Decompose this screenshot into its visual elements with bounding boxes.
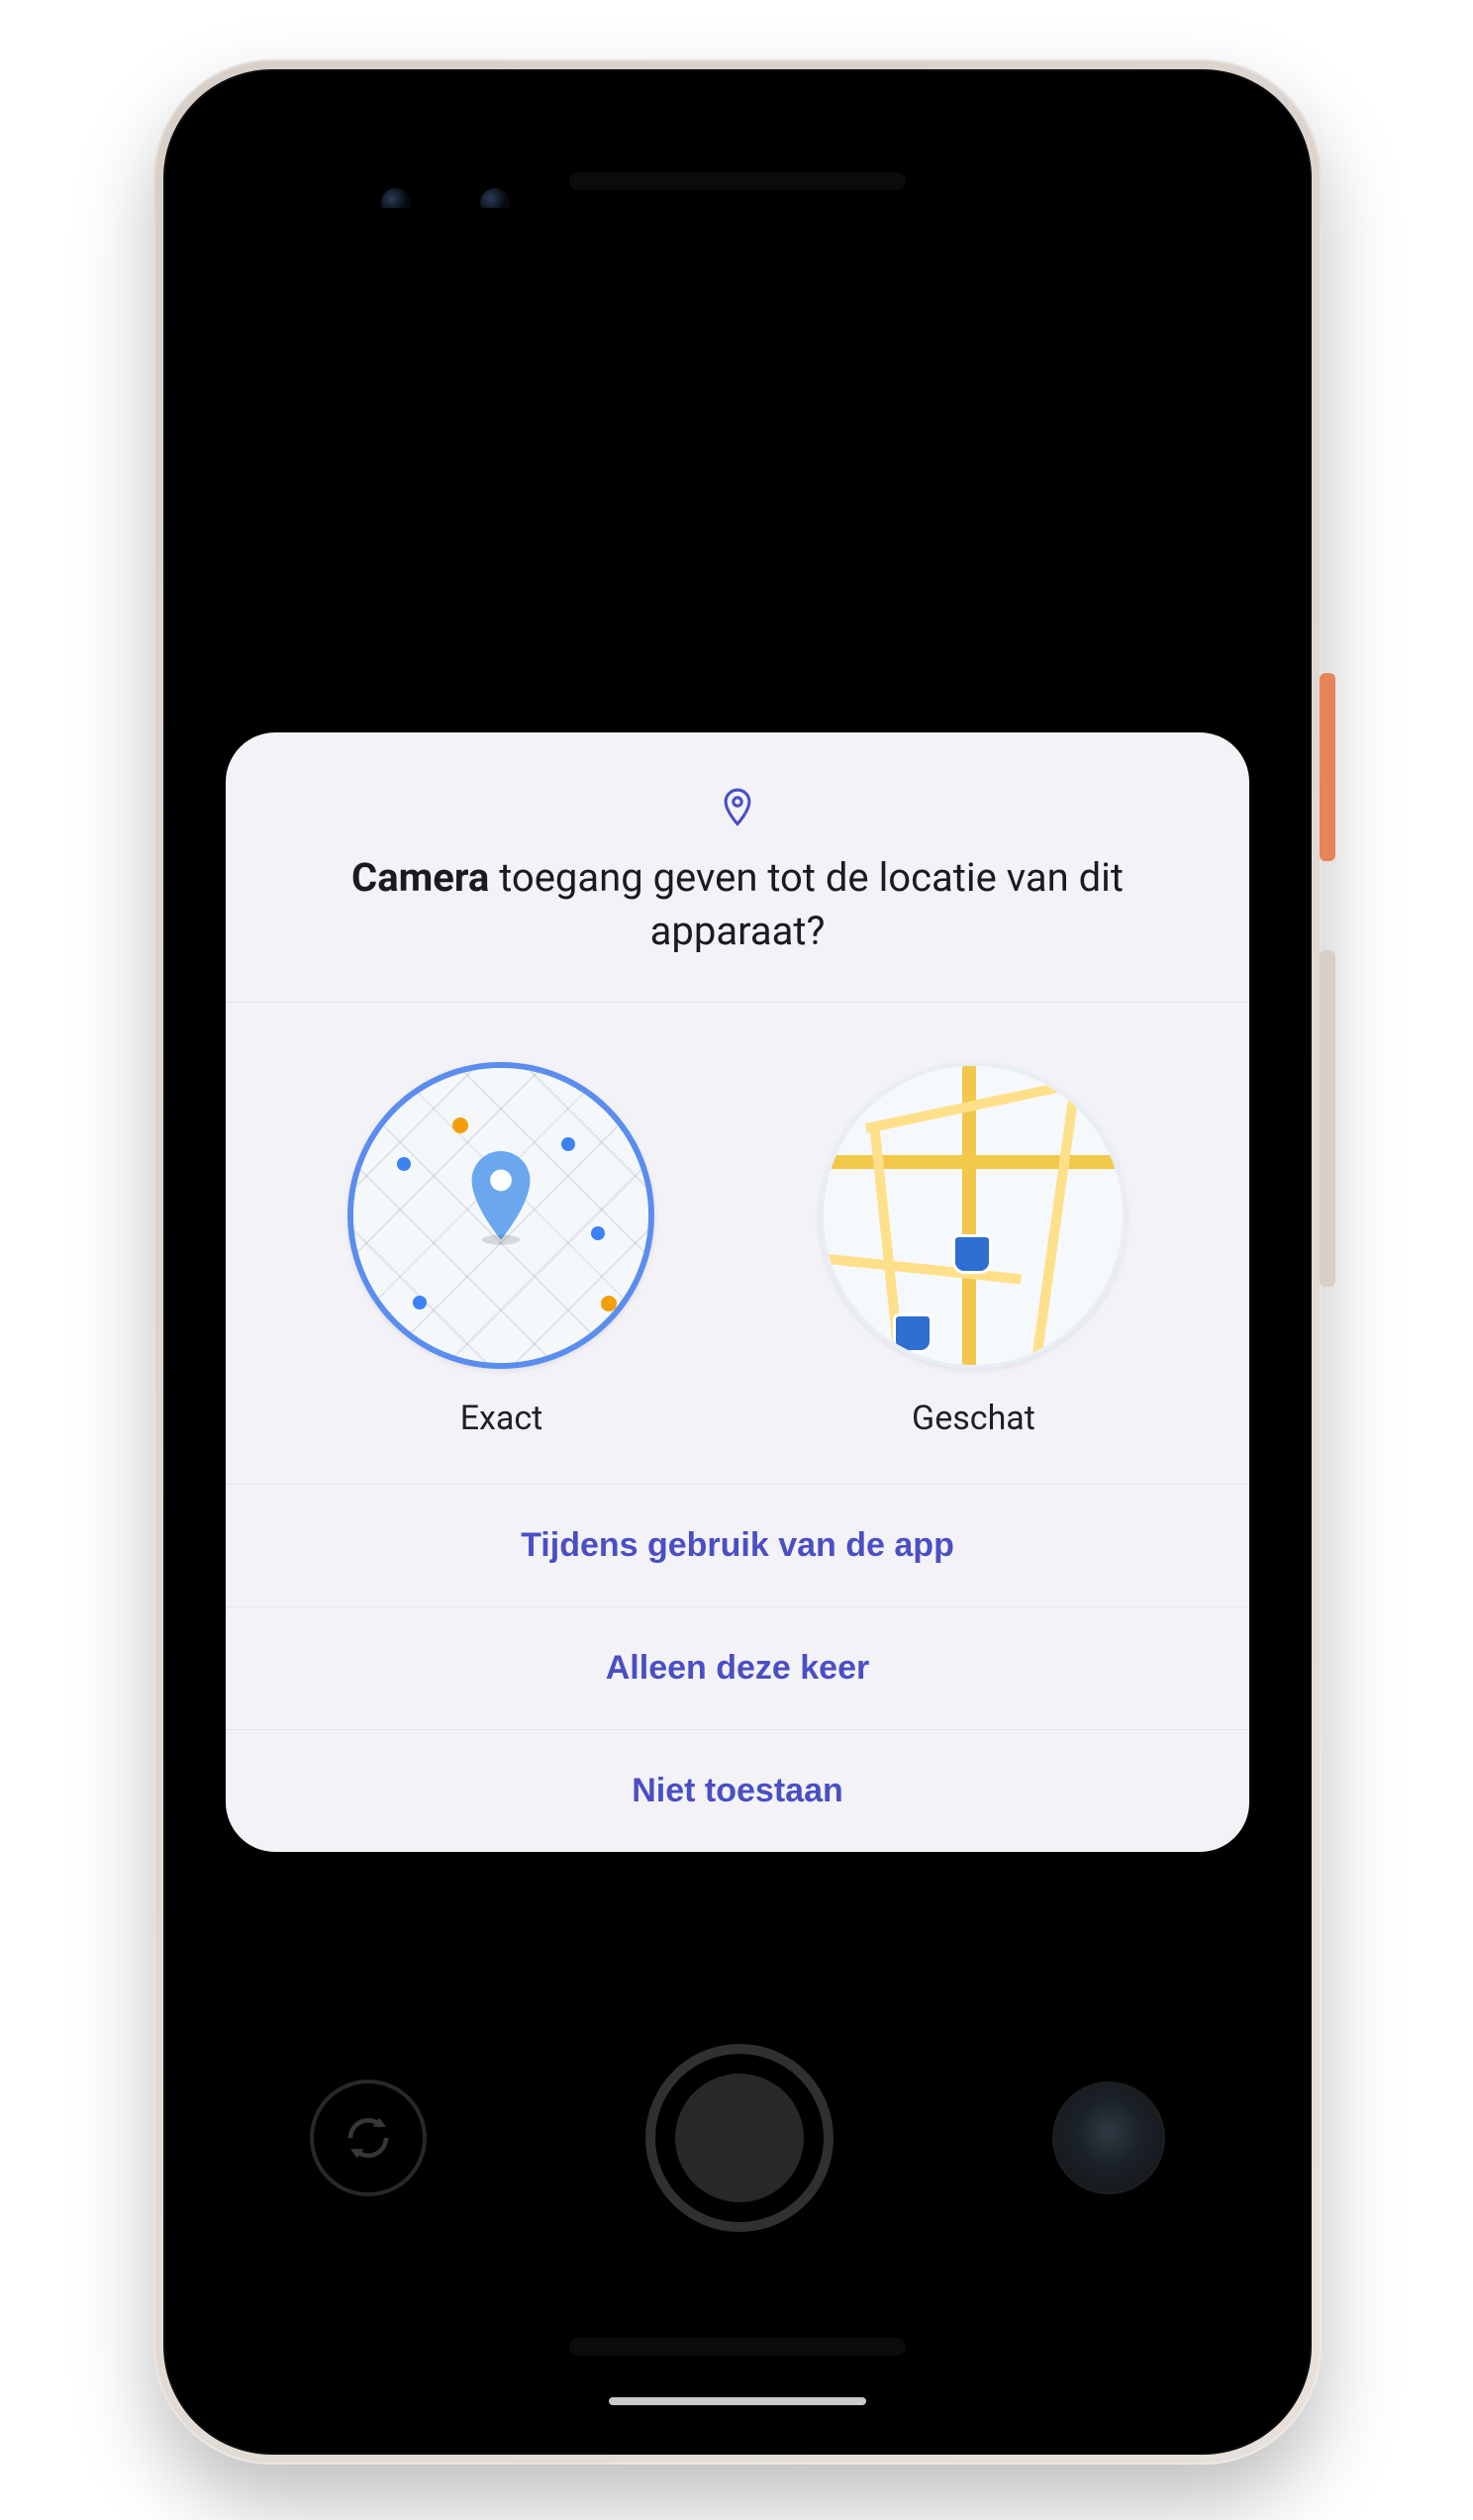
phone-device-frame: Camera toegang geven tot de locatie van …: [153, 59, 1322, 2465]
accuracy-options: Exact: [226, 1003, 1249, 1485]
allow-while-using-button[interactable]: Tijdens gebruik van de app: [226, 1485, 1249, 1607]
earpiece-speaker: [569, 172, 906, 190]
highway-shield-icon: [952, 1234, 992, 1274]
map-pin-icon: [462, 1151, 540, 1250]
bottom-speaker: [569, 2338, 906, 2356]
allow-only-this-time-button[interactable]: Alleen deze keer: [226, 1607, 1249, 1730]
last-photo-thumbnail[interactable]: [1052, 2082, 1165, 2194]
dialog-app-name: Camera: [351, 854, 489, 901]
accuracy-exact-label: Exact: [289, 1399, 714, 1438]
screen: Camera toegang geven tot de locatie van …: [201, 208, 1274, 2257]
dialog-title-rest: toegang geven tot de locatie van dit app…: [489, 854, 1124, 954]
deny-button[interactable]: Niet toestaan: [226, 1730, 1249, 1852]
switch-camera-icon: [342, 2111, 395, 2165]
camera-bottom-bar: [201, 2049, 1274, 2227]
volume-button[interactable]: [1320, 950, 1335, 1287]
accuracy-option-approx[interactable]: Geschat: [761, 1062, 1186, 1438]
shutter-inner-icon: [675, 2074, 804, 2202]
phone-bezel: Camera toegang geven tot de locatie van …: [163, 69, 1312, 2455]
permission-dialog: Camera toegang geven tot de locatie van …: [226, 732, 1249, 1852]
accuracy-option-exact[interactable]: Exact: [289, 1062, 714, 1438]
highway-shield-icon: [893, 1313, 933, 1353]
shutter-button[interactable]: [645, 2044, 834, 2232]
switch-camera-button[interactable]: [310, 2080, 427, 2196]
dialog-header: Camera toegang geven tot de locatie van …: [226, 732, 1249, 1003]
gesture-nav-bar[interactable]: [609, 2397, 866, 2405]
location-pin-icon: [721, 788, 754, 833]
power-button[interactable]: [1320, 673, 1335, 861]
dialog-title: Camera toegang geven tot de locatie van …: [295, 851, 1180, 958]
exact-map-preview: [347, 1062, 654, 1369]
approx-map-preview: [820, 1062, 1127, 1369]
accuracy-approx-label: Geschat: [761, 1399, 1186, 1438]
